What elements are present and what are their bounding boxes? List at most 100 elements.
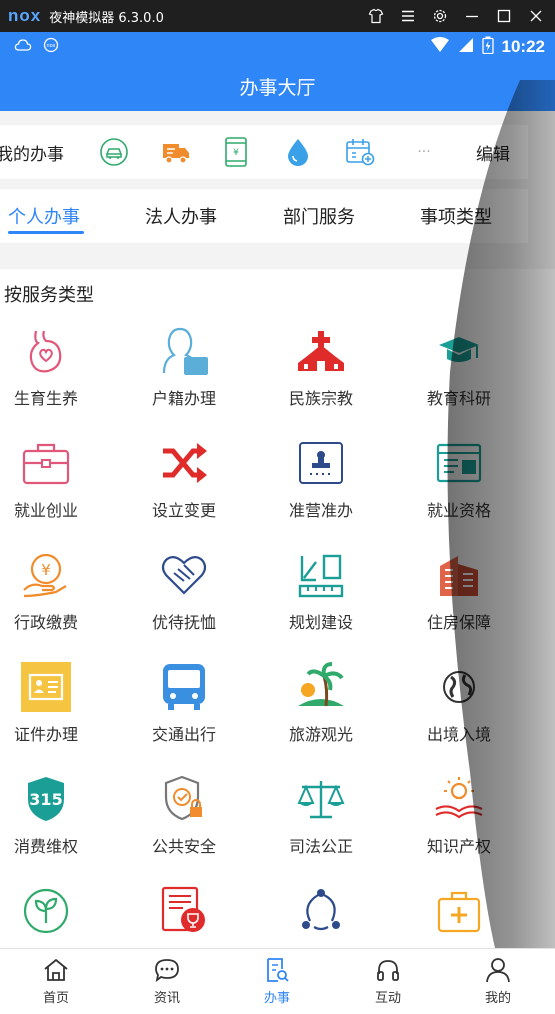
service-label: 规划建设 (288, 613, 353, 632)
svg-text:¥: ¥ (41, 561, 51, 579)
service-label: 户籍办理 (151, 389, 216, 408)
emulator-title-bar: nox 夜神模拟器 6.3.0.0 (0, 0, 555, 32)
service-item[interactable]: 旅游观光 (252, 659, 390, 763)
nav-news[interactable]: 资讯 (132, 955, 202, 1011)
maximize-icon[interactable] (495, 7, 513, 25)
phone-screen: nox 10:22 办事大厅 我的办事 ¥ ··· 编辑 个人办事 法人办事 部… (0, 32, 555, 1014)
svg-text:nox: nox (46, 43, 55, 49)
service-label: 证件办理 (13, 725, 78, 744)
home-icon (21, 955, 91, 985)
service-item[interactable]: 设立变更 (115, 435, 253, 539)
service-label: 公共安全 (151, 837, 216, 856)
justice-scale-icon (252, 771, 390, 827)
planning-ruler-icon (252, 547, 390, 603)
page-title: 办事大厅 (239, 77, 316, 99)
bottom-nav: 首页 资讯 办事 互动 我的 (0, 948, 555, 1014)
service-item[interactable]: ¥ 行政缴费 (0, 547, 115, 651)
tab-corporate[interactable]: 法人办事 (145, 203, 217, 229)
truck-service-icon[interactable] (160, 137, 192, 167)
service-label: 知识产权 (426, 837, 491, 856)
tab-item-type[interactable]: 事项类型 (420, 203, 492, 229)
service-item[interactable]: 住房保障 (390, 547, 528, 651)
service-item[interactable]: 优待抚恤 (115, 547, 253, 651)
service-label: 住房保障 (426, 613, 491, 632)
service-item[interactable]: 公共安全 (115, 771, 253, 875)
document-search-icon (242, 955, 312, 985)
app-bar: 办事大厅 (0, 62, 555, 111)
heart-hands-icon (115, 547, 253, 603)
stamp-certificate-icon (252, 435, 390, 491)
pregnancy-icon (0, 323, 115, 379)
skin-icon[interactable] (367, 7, 385, 25)
security-shield-icon (115, 771, 253, 827)
service-label: 出境入境 (426, 725, 491, 744)
medical-kit-icon (390, 883, 528, 939)
service-item[interactable]: 规划建设 (252, 547, 390, 651)
service-item[interactable]: 户籍办理 (115, 323, 253, 427)
service-item[interactable]: 证件办理 (0, 659, 115, 763)
bus-icon (115, 659, 253, 715)
id-card-icon (0, 659, 115, 715)
wifi-icon (430, 37, 450, 57)
service-item[interactable]: 交通出行 (115, 659, 253, 763)
service-item[interactable]: 知识产权 (390, 771, 528, 875)
tab-personal[interactable]: 个人办事 (8, 203, 80, 229)
service-label: 就业资格 (426, 501, 491, 520)
svg-text:¥: ¥ (233, 148, 239, 158)
nav-label: 首页 (42, 991, 69, 1006)
close-icon[interactable] (527, 7, 545, 25)
user-icon (463, 955, 533, 985)
nav-label: 我的 (484, 991, 511, 1006)
share-network-icon (252, 883, 390, 939)
svg-text:315: 315 (29, 790, 62, 809)
service-label: 就业创业 (13, 501, 78, 520)
service-label: 教育科研 (426, 389, 491, 408)
service-label: 交通出行 (151, 725, 216, 744)
service-item[interactable]: 就业资格 (390, 435, 528, 539)
service-item[interactable]: 准营准办 (252, 435, 390, 539)
battery-icon (481, 36, 494, 58)
more-icon[interactable]: ··· (408, 137, 440, 167)
household-register-icon (115, 323, 253, 379)
nav-home[interactable]: 首页 (21, 955, 91, 1011)
building-icon (390, 547, 528, 603)
nav-interact[interactable]: 互动 (353, 955, 423, 1011)
nav-services[interactable]: 办事 (242, 955, 312, 1011)
chat-bubble-icon (132, 955, 202, 985)
service-label: 旅游观光 (288, 725, 353, 744)
lightbulb-book-icon (390, 771, 528, 827)
palm-beach-icon (252, 659, 390, 715)
my-services-label: 我的办事 (0, 144, 64, 165)
service-label: 优待抚恤 (151, 613, 216, 632)
menu-icon[interactable] (399, 7, 417, 25)
payment-phone-icon[interactable]: ¥ (220, 137, 252, 167)
status-bar: nox 10:22 (0, 32, 555, 62)
qualification-card-icon (390, 435, 528, 491)
status-time: 10:22 (501, 37, 545, 56)
shuffle-icon (115, 435, 253, 491)
service-label: 生育生养 (13, 389, 78, 408)
service-label: 行政缴费 (13, 613, 78, 632)
settings-gear-icon[interactable] (431, 7, 449, 25)
cloud-icon (14, 37, 32, 57)
nav-label: 资讯 (153, 991, 180, 1006)
calendar-add-icon[interactable] (344, 137, 376, 167)
award-certificate-icon (115, 883, 253, 939)
globe-icon (390, 659, 528, 715)
minimize-icon[interactable] (463, 7, 481, 25)
tab-department[interactable]: 部门服务 (283, 203, 355, 229)
water-drop-icon[interactable] (282, 137, 314, 167)
car-service-icon[interactable] (98, 137, 130, 167)
service-label: 准营准办 (288, 501, 353, 520)
service-item[interactable]: 出境入境 (390, 659, 528, 763)
services-section: 按服务类型 生育生养 户籍办理 民族宗教 教育科研 就业创业 设立变更 准营准办… (0, 269, 555, 1014)
briefcase-icon (0, 435, 115, 491)
nav-mine[interactable]: 我的 (463, 955, 533, 1011)
service-item[interactable]: 315 消费维权 (0, 771, 115, 875)
service-item[interactable]: 就业创业 (0, 435, 115, 539)
service-item[interactable]: 生育生养 (0, 323, 115, 427)
service-item[interactable]: 司法公正 (252, 771, 390, 875)
service-item[interactable]: 教育科研 (390, 323, 528, 427)
edit-button[interactable]: 编辑 (476, 140, 510, 165)
service-item[interactable]: 民族宗教 (252, 323, 390, 427)
